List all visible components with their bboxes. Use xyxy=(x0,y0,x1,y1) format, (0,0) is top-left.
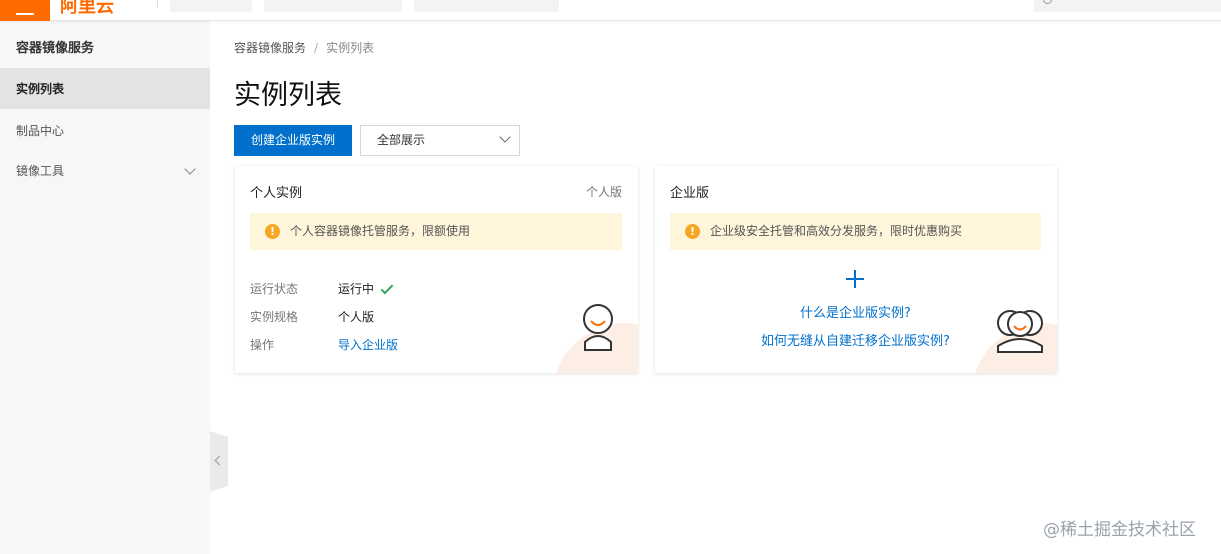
notice-text: 企业级安全托管和高效分发服务，限时优惠购买 xyxy=(710,224,963,238)
plus-icon[interactable] xyxy=(845,269,865,289)
topbar-resource-tab[interactable] xyxy=(264,0,402,12)
row-key: 实例规格 xyxy=(250,310,299,324)
top-navigation-bar: 阿里云 xyxy=(0,0,1221,21)
chevron-left-icon xyxy=(214,455,225,466)
notice-banner: ! 个人容器镜像托管服务，限额使用 xyxy=(250,213,622,250)
chevron-down-icon xyxy=(499,131,511,143)
card-title: 企业版 xyxy=(670,186,710,201)
sidebar-title: 容器镜像服务 xyxy=(16,41,95,56)
import-enterprise-link[interactable]: 导入企业版 xyxy=(338,338,398,352)
sidebar-item-label: 镜像工具 xyxy=(16,164,65,178)
person-illustration-icon xyxy=(583,304,613,351)
row-key: 运行状态 xyxy=(250,282,299,296)
select-value: 全部展示 xyxy=(377,133,426,147)
create-enterprise-instance-button[interactable]: 创建企业版实例 xyxy=(234,125,352,156)
notice-banner: ! 企业级安全托管和高效分发服务，限时优惠购买 xyxy=(670,213,1041,250)
personal-instance-card[interactable]: 个人实例 个人版 ! 个人容器镜像托管服务，限额使用 运行状态 运行中 实例规格 个… xyxy=(235,166,638,373)
enterprise-instance-card[interactable]: 企业版 ! 企业级安全托管和高效分发服务，限时优惠购买 什么是企业版实例? 如何… xyxy=(655,166,1057,373)
breadcrumb-current: 实例列表 xyxy=(326,41,375,55)
sidebar-item-label: 实例列表 xyxy=(16,82,65,96)
spec-value: 个人版 xyxy=(338,310,375,324)
topbar-search[interactable] xyxy=(1034,0,1221,12)
edition-tag: 个人版 xyxy=(585,185,622,199)
menu-icon[interactable] xyxy=(0,0,50,21)
sidebar-item-image-tools[interactable]: 镜像工具 xyxy=(0,151,210,191)
sidebar: 容器镜像服务 实例列表 制品中心 镜像工具 xyxy=(0,21,210,554)
row-key: 操作 xyxy=(250,338,275,352)
topbar-divider xyxy=(157,0,158,8)
notice-text: 个人容器镜像托管服务，限额使用 xyxy=(290,224,471,238)
sidebar-item-instances[interactable]: 实例列表 xyxy=(0,69,210,109)
topbar-region-tab[interactable] xyxy=(414,0,559,12)
status-row: 运行状态 运行中 xyxy=(250,280,394,297)
group-illustration-icon xyxy=(997,310,1043,353)
aliyun-logo[interactable]: 阿里云 xyxy=(60,0,114,18)
sidebar-item-label: 制品中心 xyxy=(16,124,65,138)
watermark: @稀土掘金技术社区 xyxy=(1043,520,1196,540)
status-value: 运行中 xyxy=(338,282,375,296)
breadcrumb-separator: / xyxy=(314,41,319,55)
breadcrumb-link[interactable]: 容器镜像服务 xyxy=(234,41,306,55)
page-title: 实例列表 xyxy=(234,80,342,111)
card-title: 个人实例 xyxy=(250,186,303,201)
display-filter-select[interactable]: 全部展示 xyxy=(360,125,520,156)
search-icon xyxy=(1043,0,1052,4)
check-icon xyxy=(380,281,394,295)
topbar-workbench-tab[interactable] xyxy=(170,0,252,12)
spec-row: 实例规格 个人版 xyxy=(250,308,374,325)
sidebar-collapse-handle[interactable] xyxy=(210,431,228,492)
warning-icon: ! xyxy=(685,224,700,239)
chevron-down-icon xyxy=(184,163,196,175)
breadcrumb: 容器镜像服务 / 实例列表 xyxy=(234,39,374,56)
action-row: 操作 导入企业版 xyxy=(250,336,398,353)
warning-icon: ! xyxy=(265,224,280,239)
sidebar-item-artifacts[interactable]: 制品中心 xyxy=(0,111,210,151)
